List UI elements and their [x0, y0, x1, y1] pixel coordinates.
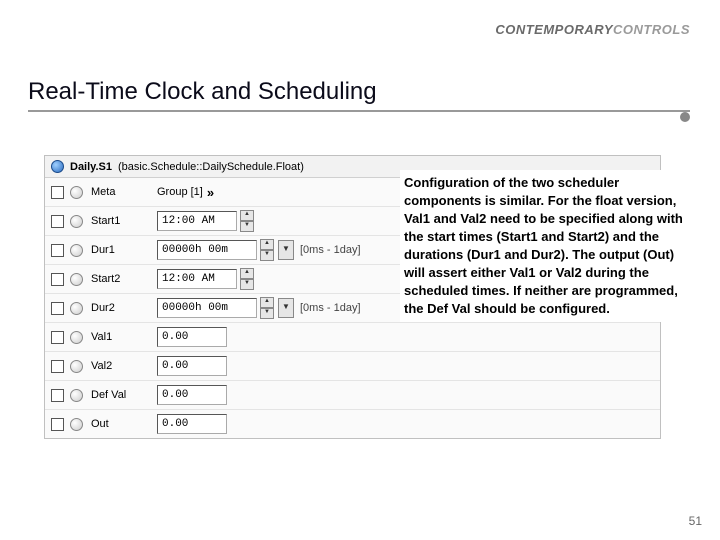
slot-icon [70, 418, 83, 431]
row-defval: Def Val 0.00 [45, 381, 660, 410]
label-val2: Val2 [89, 360, 151, 372]
expand-meta-icon[interactable]: » [205, 185, 214, 200]
spin-up-icon[interactable]: ▲ [260, 239, 274, 250]
row-val1: Val1 0.00 [45, 323, 660, 352]
component-icon [51, 160, 64, 173]
value-meta: Group [1] [157, 186, 203, 198]
label-dur1: Dur1 [89, 244, 151, 256]
component-name: Daily.S1 [70, 161, 112, 173]
slot-icon [70, 331, 83, 344]
label-out: Out [89, 418, 151, 430]
checkbox-val2[interactable] [51, 360, 64, 373]
slot-icon [70, 302, 83, 315]
input-defval[interactable]: 0.00 [157, 385, 227, 405]
spin-down-icon[interactable]: ▼ [260, 250, 274, 261]
component-type: (basic.Schedule::DailySchedule.Float) [118, 161, 304, 173]
spin-up-icon[interactable]: ▲ [260, 297, 274, 308]
output-out: 0.00 [157, 414, 227, 434]
page-title: Real-Time Clock and Scheduling [28, 78, 690, 112]
slot-icon [70, 186, 83, 199]
hint-dur1: [0ms - 1day] [300, 244, 361, 256]
spin-up-icon[interactable]: ▲ [240, 268, 254, 279]
spin-down-icon[interactable]: ▼ [260, 308, 274, 319]
checkbox-start2[interactable] [51, 273, 64, 286]
page-number: 51 [689, 514, 702, 528]
checkbox-dur1[interactable] [51, 244, 64, 257]
hint-dur2: [0ms - 1day] [300, 302, 361, 314]
input-val1[interactable]: 0.00 [157, 327, 227, 347]
slot-icon [70, 244, 83, 257]
title-rule-endcap [680, 112, 690, 122]
label-start2: Start2 [89, 273, 151, 285]
logo-part1: CONTEMPORARY [495, 22, 613, 37]
label-start1: Start1 [89, 215, 151, 227]
logo-part2: CONTROLS [613, 22, 690, 37]
slot-icon [70, 389, 83, 402]
slot-icon [70, 360, 83, 373]
spin-up-icon[interactable]: ▲ [240, 210, 254, 221]
label-defval: Def Val [89, 389, 151, 401]
row-out: Out 0.00 [45, 410, 660, 438]
input-dur2[interactable]: 00000h 00m [157, 298, 257, 318]
slot-icon [70, 273, 83, 286]
input-dur1[interactable]: 00000h 00m [157, 240, 257, 260]
checkbox-out[interactable] [51, 418, 64, 431]
input-start1[interactable]: 12:00 AM [157, 211, 237, 231]
input-val2[interactable]: 0.00 [157, 356, 227, 376]
label-meta: Meta [89, 186, 151, 198]
checkbox-start1[interactable] [51, 215, 64, 228]
checkbox-val1[interactable] [51, 331, 64, 344]
checkbox-defval[interactable] [51, 389, 64, 402]
dropdown-dur2-icon[interactable]: ▼ [278, 298, 294, 318]
slot-icon [70, 215, 83, 228]
label-val1: Val1 [89, 331, 151, 343]
checkbox-dur2[interactable] [51, 302, 64, 315]
checkbox-meta[interactable] [51, 186, 64, 199]
label-dur2: Dur2 [89, 302, 151, 314]
row-val2: Val2 0.00 [45, 352, 660, 381]
spin-down-icon[interactable]: ▼ [240, 221, 254, 232]
dropdown-dur1-icon[interactable]: ▼ [278, 240, 294, 260]
brand-logo: CONTEMPORARYCONTROLS [495, 22, 690, 37]
input-start2[interactable]: 12:00 AM [157, 269, 237, 289]
description-text: Configuration of the two scheduler compo… [400, 170, 688, 322]
spin-down-icon[interactable]: ▼ [240, 279, 254, 290]
